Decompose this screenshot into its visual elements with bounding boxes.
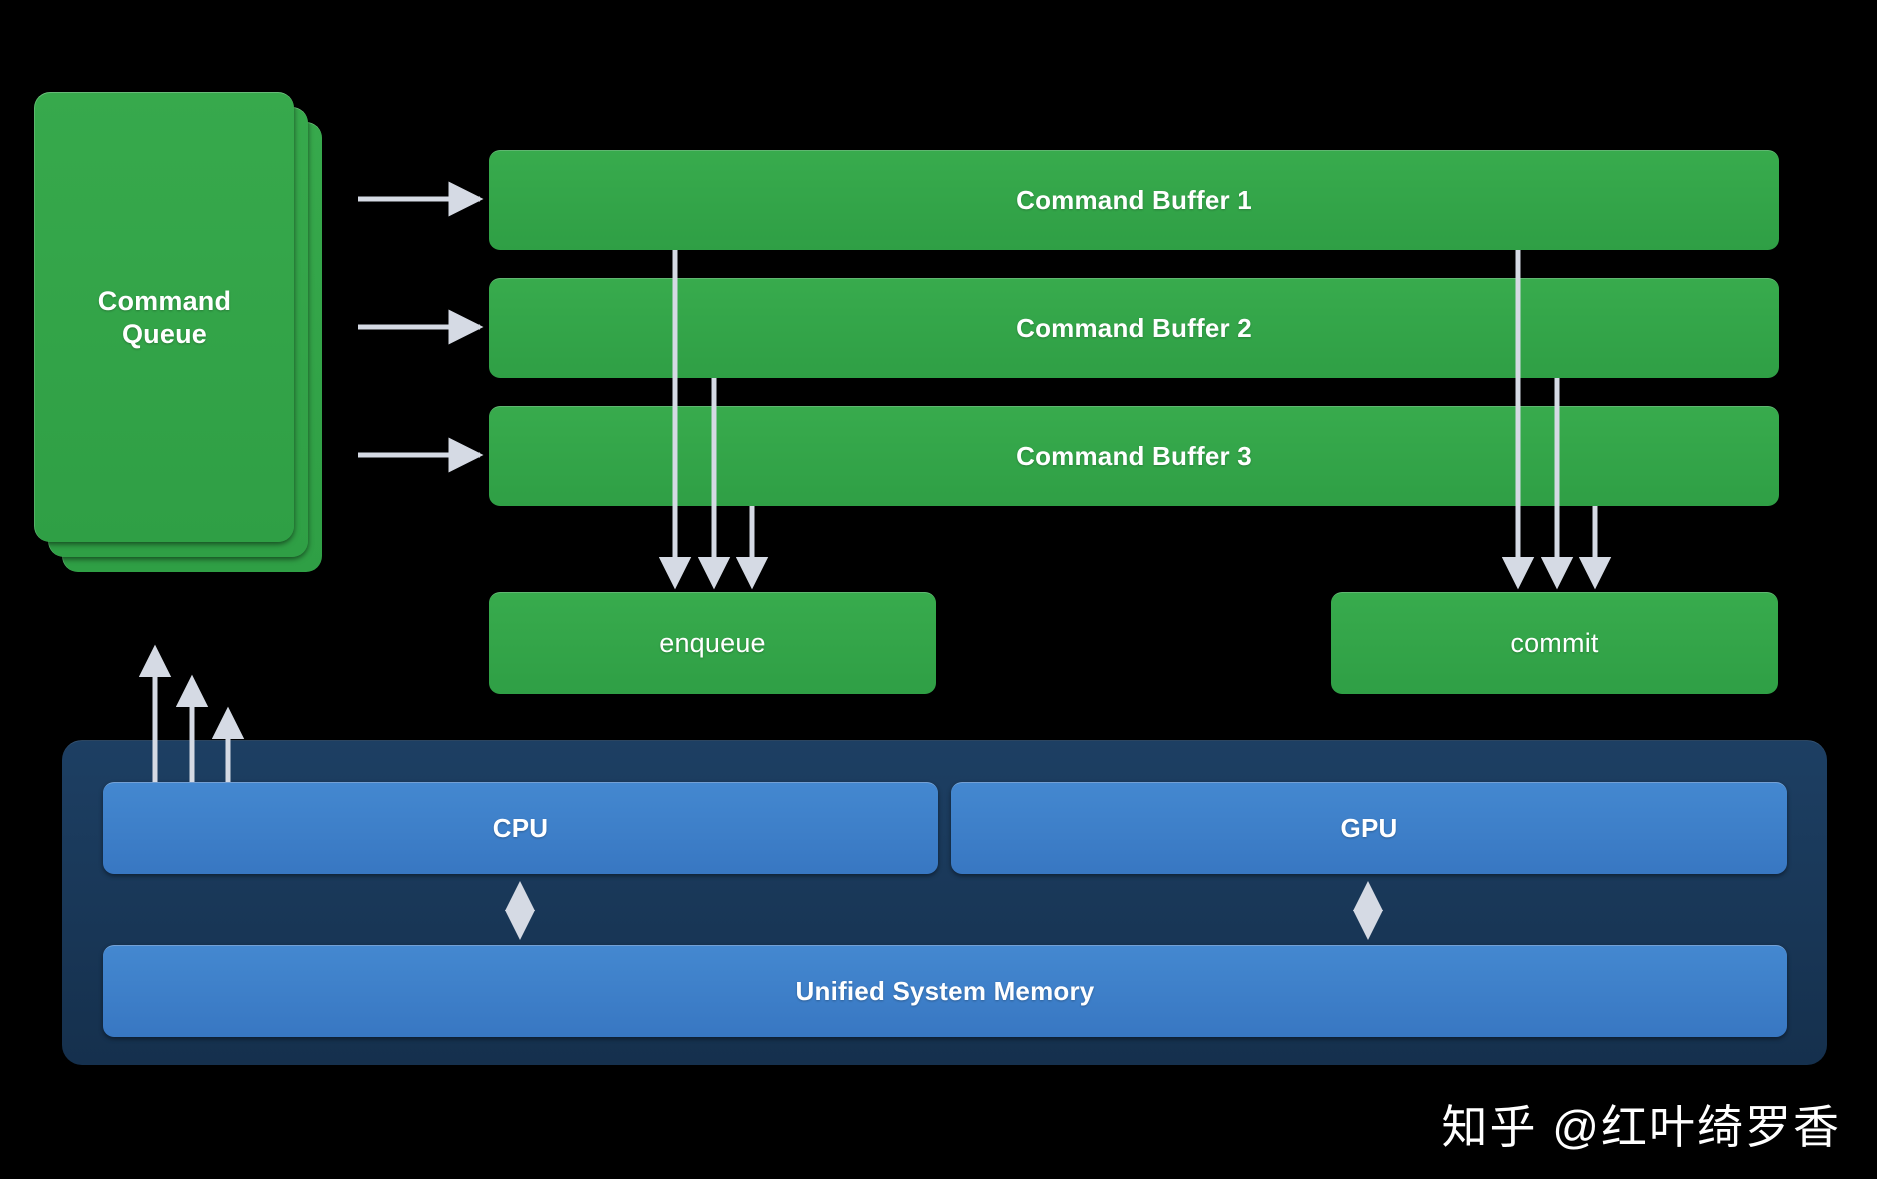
cpu-label: CPU bbox=[492, 813, 549, 843]
command-buffer-1: Command Buffer 1 bbox=[489, 150, 1779, 250]
unified-system-memory-label: Unified System Memory bbox=[795, 976, 1095, 1006]
queue-to-buffer-arrows bbox=[358, 181, 484, 473]
diagram-canvas: Command Queue Command Buffer 1 Command B… bbox=[0, 0, 1877, 1179]
watermark: 知乎 @红叶绮罗香 bbox=[1441, 1101, 1841, 1153]
command-buffer-1-label: Command Buffer 1 bbox=[1016, 185, 1252, 215]
commit-box: commit bbox=[1331, 592, 1778, 694]
command-buffer-2-label: Command Buffer 2 bbox=[1016, 313, 1252, 343]
cpu-box: CPU bbox=[103, 782, 938, 874]
gpu-label: GPU bbox=[1340, 813, 1398, 843]
gpu-box: GPU bbox=[951, 782, 1787, 874]
command-buffer-3: Command Buffer 3 bbox=[489, 406, 1779, 506]
commit-label: commit bbox=[1510, 628, 1599, 658]
enqueue-box: enqueue bbox=[489, 592, 936, 694]
enqueue-label: enqueue bbox=[659, 628, 766, 658]
unified-system-memory-box: Unified System Memory bbox=[103, 945, 1787, 1037]
command-buffer-2: Command Buffer 2 bbox=[489, 278, 1779, 378]
command-buffer-3-label: Command Buffer 3 bbox=[1016, 441, 1252, 471]
command-queue-card-front: Command Queue bbox=[34, 92, 294, 542]
command-queue-label: Command Queue bbox=[97, 285, 232, 349]
